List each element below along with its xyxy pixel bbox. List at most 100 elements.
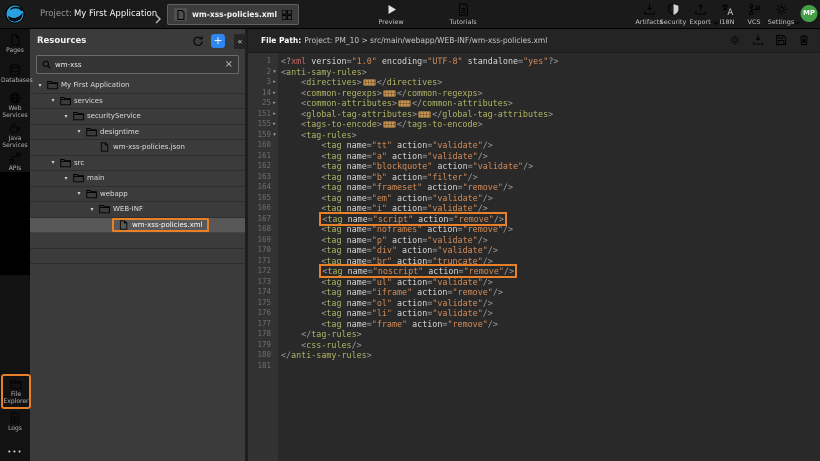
code-line-1: 1<?xml version="1.0" encoding="UTF-8" st…	[248, 56, 820, 67]
line-number: 177	[248, 319, 278, 330]
settings-button[interactable]: Settings	[763, 3, 799, 26]
tree-caret-icon[interactable]: ▾	[62, 175, 70, 182]
line-number: 175	[248, 298, 278, 309]
sidebar-item-java-services[interactable]: Java Services	[0, 122, 30, 149]
tree-caret-icon[interactable]: ▾	[88, 206, 96, 213]
delete-icon[interactable]	[798, 34, 810, 46]
code-line-178: 178 </tag-rules>	[248, 329, 820, 340]
fold-caret-icon[interactable]: ▸	[271, 77, 278, 88]
tree-item-wm-xss-policies-json[interactable]: wm-xss-policies.json	[30, 140, 245, 156]
refresh-icon[interactable]	[192, 35, 204, 47]
grid-icon[interactable]	[282, 5, 292, 24]
annotation-highlight-box: <tag name="script" action="remove"/>	[321, 214, 505, 224]
tab-wm-xss-policies[interactable]: wm-xss-policies.xml	[167, 4, 299, 25]
line-number: 165	[248, 193, 278, 204]
tree-item-label: wm-xss-policies.json	[113, 143, 185, 151]
folded-code-pill[interactable]	[383, 121, 396, 128]
sidebar-item-web-services[interactable]: Web Services	[0, 92, 30, 119]
sidebar-item-databases[interactable]: Databases	[0, 64, 30, 85]
save-icon[interactable]	[775, 34, 787, 46]
search-input[interactable]	[55, 61, 221, 69]
search-icon	[42, 60, 51, 69]
folded-code-pill[interactable]	[398, 100, 411, 107]
editor-header: File Path: Project: PM_10 > src/main/web…	[248, 28, 820, 53]
folded-code-pill[interactable]	[383, 90, 396, 97]
tree-item-wm-xss-policies-xml[interactable]: wm-xss-policies.xml	[30, 218, 245, 234]
fold-caret-icon[interactable]: ▾	[271, 130, 278, 141]
tree-item-my-first-application[interactable]: ▾ My First Application	[30, 78, 245, 94]
folded-code-pill[interactable]	[418, 111, 431, 118]
line-number: 181	[248, 361, 278, 372]
tree-item-label: My First Application	[61, 81, 129, 89]
code-line-text: <tag name="blockquote" action="validate"…	[278, 161, 533, 172]
line-number: 164	[248, 182, 278, 193]
folder-icon	[73, 173, 84, 183]
preview-button[interactable]: Preview	[373, 3, 409, 26]
collapse-panel-button[interactable]: «	[234, 34, 246, 49]
code-line-163: 163 <tag name="b" action="filter"/>	[248, 172, 820, 183]
clear-search-icon[interactable]: ×	[225, 60, 233, 70]
tree-caret-icon[interactable]: ▾	[36, 82, 44, 89]
tree-item-webapp[interactable]: ▾webapp	[30, 187, 245, 203]
line-number: 172	[248, 266, 278, 277]
left-rail: Pages Databases Web Services Java Services A…	[0, 28, 30, 461]
tree-item-label: securityService	[87, 112, 141, 120]
java-services-icon	[9, 122, 21, 134]
sidebar-item-apis[interactable]: APIs	[0, 152, 30, 173]
svg-text:A: A	[727, 8, 733, 16]
folder-icon	[47, 80, 58, 90]
line-number: 166	[248, 203, 278, 214]
line-number: 159▾	[248, 130, 278, 141]
code-line-text: <tag name="div" action="validate"/>	[278, 245, 498, 256]
line-number: 168	[248, 224, 278, 235]
tree-caret-icon[interactable]: ▾	[75, 190, 83, 197]
fold-caret-icon[interactable]: ▸	[271, 88, 278, 99]
user-avatar[interactable]: MP	[801, 5, 818, 22]
sidebar-item-file-explorer[interactable]: File Explorer	[1, 374, 31, 409]
folder-icon	[86, 127, 97, 137]
tree-item-designtime[interactable]: ▾designtime	[30, 125, 245, 141]
code-line-text: <tag-rules>	[278, 130, 357, 141]
more-tools-button[interactable]: •••	[0, 448, 30, 456]
code-line-text: <tag name="br" action="truncate"/>	[278, 256, 493, 267]
fold-caret-icon[interactable]: ▾	[271, 67, 278, 78]
fold-caret-icon[interactable]: ▸	[271, 109, 278, 120]
line-number: 167	[248, 214, 278, 225]
tree-item-src[interactable]: ▾src	[30, 156, 245, 172]
code-area[interactable]: 1<?xml version="1.0" encoding="UTF-8" st…	[248, 53, 820, 461]
line-number: 176	[248, 308, 278, 319]
web-services-icon	[9, 92, 21, 104]
download-icon[interactable]	[752, 34, 764, 46]
editor-actions	[729, 34, 810, 46]
code-line-text: <common-regexps></common-regexps>	[278, 88, 483, 99]
tutorials-button[interactable]: Tutorials	[445, 3, 481, 26]
tree-item-services[interactable]: ▾ services	[30, 94, 245, 110]
add-resource-button[interactable]: +	[211, 34, 225, 48]
tree-item-securityservice[interactable]: ▾ securityService	[30, 109, 245, 125]
tree-item-web-inf[interactable]: ▾WEB-INF	[30, 202, 245, 218]
tree-caret-icon[interactable]: ▾	[75, 128, 83, 135]
settings-icon[interactable]	[729, 34, 741, 46]
fold-caret-icon[interactable]: ▸	[271, 98, 278, 109]
file-icon	[99, 142, 110, 152]
tree-item-label: main	[87, 174, 105, 182]
folded-code-pill[interactable]	[363, 79, 376, 86]
tree-caret-icon[interactable]: ▾	[62, 113, 70, 120]
sidebar-item-logs[interactable]: Logs	[0, 412, 30, 433]
tree-caret-icon[interactable]: ▾	[49, 159, 57, 166]
tree-item-label: services	[74, 97, 103, 105]
wavemaker-logo-icon[interactable]	[5, 4, 25, 24]
chevron-right-icon	[155, 9, 162, 28]
sidebar-item-label: Pages	[1, 48, 29, 55]
tree-item-main[interactable]: ▾ main	[30, 171, 245, 187]
tree-empty-row	[30, 249, 245, 265]
sidebar-item-pages[interactable]: Pages	[0, 34, 30, 55]
line-number: 173	[248, 277, 278, 288]
fold-caret-icon[interactable]: ▸	[271, 119, 278, 130]
folder-icon	[73, 111, 84, 121]
folder-icon	[86, 189, 97, 199]
line-number: 178	[248, 329, 278, 340]
tree-caret-icon[interactable]: ▾	[49, 97, 57, 104]
line-number: 169	[248, 235, 278, 246]
caret-down-icon	[794, 11, 800, 30]
